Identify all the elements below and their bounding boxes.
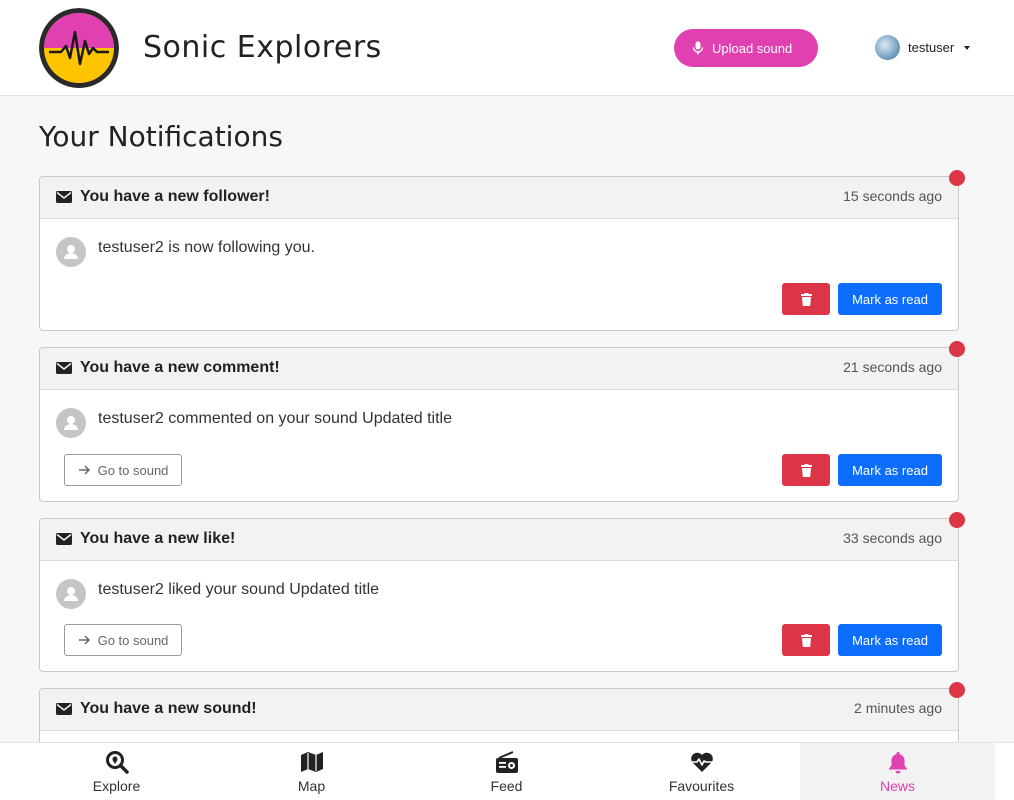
mark-as-read-button[interactable]: Mark as read <box>838 283 942 315</box>
nav-label: Map <box>297 778 326 794</box>
envelope-icon <box>56 533 72 545</box>
notification-message: testuser2 commented on your sound Update… <box>98 410 452 427</box>
page-title: Your Notifications <box>39 120 283 153</box>
map-icon <box>300 752 323 772</box>
notification-header: You have a new follower! 15 seconds ago <box>40 170 965 219</box>
brand-name[interactable]: Sonic Explorers <box>143 30 382 65</box>
mark-as-read-button[interactable]: Mark as read <box>838 454 942 486</box>
nav-item-feed[interactable]: Feed <box>409 743 604 800</box>
go-to-sound-button[interactable]: Go to sound <box>64 454 182 486</box>
nav-label: Favourites <box>668 778 735 794</box>
notification-header: You have a new sound! 2 minutes ago <box>40 682 965 731</box>
notification-title: You have a new like! <box>80 530 236 547</box>
notification-time: 2 minutes ago <box>854 700 942 716</box>
envelope-icon <box>56 362 72 374</box>
go-to-sound-label: Go to sound <box>97 462 169 478</box>
notification-title: You have a new comment! <box>80 359 280 376</box>
nav-label: News <box>879 778 915 794</box>
nav-label: Feed <box>490 778 523 794</box>
delete-notification-button[interactable] <box>782 283 830 315</box>
notification-card: You have a new comment! 21 seconds ago t… <box>39 341 965 502</box>
brand-logo[interactable] <box>39 8 119 88</box>
arrow-right-icon <box>78 465 90 475</box>
notification-card: You have a new like! 33 seconds ago test… <box>39 512 965 672</box>
notification-time: 15 seconds ago <box>843 188 942 204</box>
microphone-icon <box>692 41 704 55</box>
nav-item-map[interactable]: Map <box>214 743 409 800</box>
delete-notification-button[interactable] <box>782 624 830 656</box>
notification-time: 21 seconds ago <box>843 359 942 375</box>
nav-item-explore[interactable]: Explore <box>19 743 214 800</box>
delete-notification-button[interactable] <box>782 454 830 486</box>
nav-label: Explore <box>92 778 141 794</box>
heartbeat-icon <box>690 752 713 772</box>
notification-message: testuser2 is now following you. <box>98 239 315 256</box>
unread-indicator <box>949 170 965 186</box>
username-label: testuser <box>908 40 955 55</box>
notification-header: You have a new comment! 21 seconds ago <box>40 341 965 390</box>
user-avatar-icon <box>56 237 86 267</box>
notification-card: You have a new follower! 15 seconds ago … <box>39 170 965 331</box>
bottom-navigation: Explore Map Feed Favourites News <box>0 742 1014 800</box>
user-avatar-icon <box>56 579 86 609</box>
nav-item-favourites[interactable]: Favourites <box>604 743 799 800</box>
notification-title: You have a new follower! <box>80 188 270 205</box>
go-to-sound-button[interactable]: Go to sound <box>64 624 182 656</box>
notification-message: testuser2 liked your sound Updated title <box>98 581 380 598</box>
mark-as-read-button[interactable]: Mark as read <box>838 624 942 656</box>
avatar <box>875 35 900 60</box>
arrow-right-icon <box>78 635 90 645</box>
upload-sound-button[interactable]: Upload sound <box>674 29 818 67</box>
caret-down-icon <box>964 45 971 50</box>
upload-sound-label: Upload sound <box>712 40 793 56</box>
trash-icon <box>800 292 812 306</box>
trash-icon <box>800 633 812 647</box>
envelope-icon <box>56 703 72 715</box>
user-avatar-icon <box>56 408 86 438</box>
unread-indicator <box>949 512 965 528</box>
user-menu-dropdown[interactable]: testuser <box>875 35 971 60</box>
search-location-icon <box>105 751 129 774</box>
unread-indicator <box>949 341 965 357</box>
notification-title: You have a new sound! <box>80 700 257 717</box>
trash-icon <box>800 463 812 477</box>
envelope-icon <box>56 191 72 203</box>
go-to-sound-label: Go to sound <box>97 632 169 648</box>
unread-indicator <box>949 682 965 698</box>
top-navbar: Sonic Explorers Upload sound testuser <box>0 0 1014 96</box>
nav-item-news[interactable]: News <box>800 743 995 800</box>
radio-icon <box>495 751 518 773</box>
bell-icon <box>888 752 907 774</box>
notification-time: 33 seconds ago <box>843 530 942 546</box>
notification-header: You have a new like! 33 seconds ago <box>40 512 965 561</box>
